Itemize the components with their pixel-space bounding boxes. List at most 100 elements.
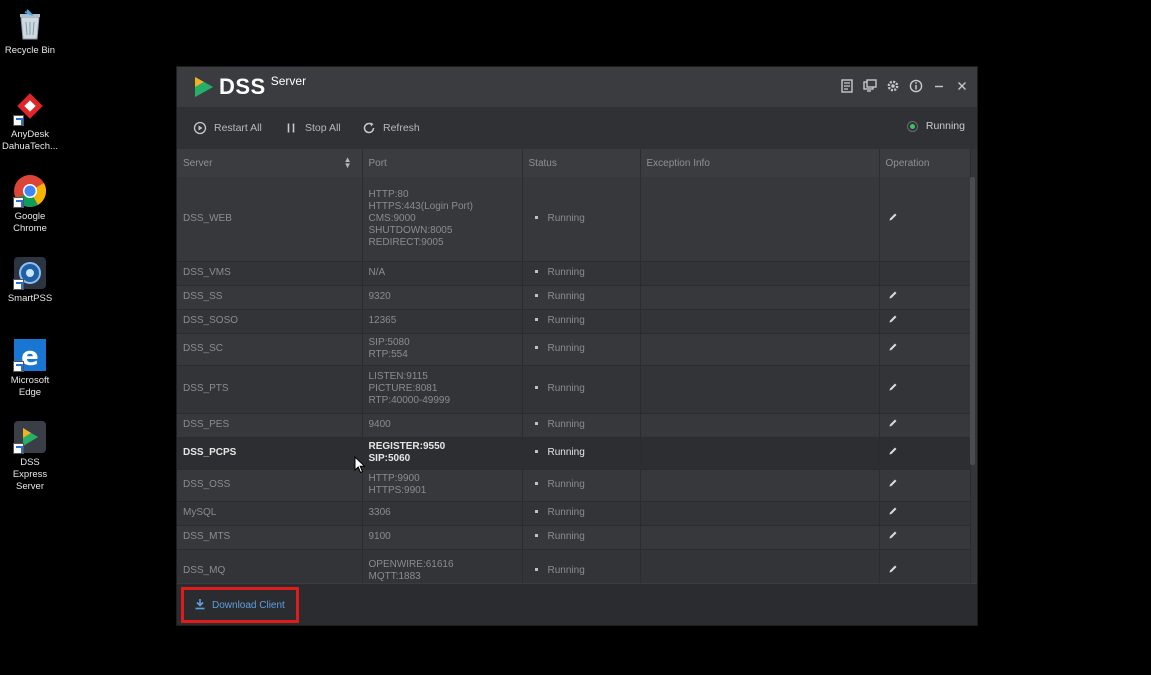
operation-cell xyxy=(879,469,971,502)
status-bullet-icon xyxy=(534,215,538,219)
download-client-label: Download Client xyxy=(212,599,285,611)
port-cell: LISTEN:9115 PICTURE:8081 RTP:40000-49999 xyxy=(362,365,523,414)
shortcut-arrow-icon xyxy=(13,443,24,454)
edge-icon: e xyxy=(13,338,47,372)
status-text: Running xyxy=(547,291,585,302)
edit-pencil-icon[interactable] xyxy=(888,290,898,303)
edit-pencil-icon[interactable] xyxy=(888,564,898,577)
desktop-icon-label: SmartPSS xyxy=(7,293,53,304)
header-exception-info: Exception Info xyxy=(640,149,880,177)
exception-info-cell xyxy=(640,549,880,583)
table-row[interactable]: DSS_VMS N/A Running xyxy=(177,261,971,286)
desktop-icon-anydesk[interactable]: AnyDesk DahuaTech... xyxy=(2,92,58,153)
status-cell: Running xyxy=(522,333,641,366)
status-text: Running xyxy=(547,419,585,430)
shortcut-arrow-icon xyxy=(13,115,24,126)
table-row[interactable]: DSS_SC SIP:5080 RTP:554 Running xyxy=(177,333,971,366)
restart-all-button[interactable]: Restart All xyxy=(193,120,262,136)
table-row[interactable]: MySQL 3306 Running xyxy=(177,501,971,526)
exception-info-cell xyxy=(640,501,880,526)
desktop-icon-chrome[interactable]: Google Chrome xyxy=(2,174,58,235)
port-line: HTTPS:443(Login Port) xyxy=(368,200,474,212)
operation-cell xyxy=(879,177,971,262)
restart-all-label: Restart All xyxy=(214,122,262,134)
port-line: REDIRECT:9005 xyxy=(368,236,444,248)
status-bullet-icon xyxy=(534,533,538,537)
table-row[interactable]: DSS_PES 9400 Running xyxy=(177,413,971,438)
desktop-icon-edge[interactable]: e Microsoft Edge xyxy=(2,338,58,399)
header-server[interactable]: Server ▲ ▼ xyxy=(177,149,363,177)
status-text: Running xyxy=(547,565,585,576)
edit-pencil-icon[interactable] xyxy=(888,446,898,459)
edit-pencil-icon[interactable] xyxy=(888,506,898,519)
monitor-icon[interactable] xyxy=(863,79,877,93)
table-row[interactable]: DSS_PTS LISTEN:9115 PICTURE:8081 RTP:40000-… xyxy=(177,365,971,414)
server-name-cell: DSS_SS xyxy=(177,285,363,310)
status-cell: Running xyxy=(522,437,641,470)
anydesk-icon xyxy=(13,92,47,126)
status-text: Running xyxy=(547,447,585,458)
status-dot-icon xyxy=(906,120,918,132)
edit-pencil-icon[interactable] xyxy=(888,382,898,395)
edit-pencil-icon[interactable] xyxy=(888,418,898,431)
edit-pencil-icon[interactable] xyxy=(888,530,898,543)
status-text: Running xyxy=(547,531,585,542)
info-icon[interactable] xyxy=(909,79,923,93)
edit-pencil-icon[interactable] xyxy=(888,342,898,355)
port-cell: N/A xyxy=(362,261,523,286)
port-line: HTTP:9900 xyxy=(368,473,420,484)
table-row[interactable]: DSS_MQ OPENWIRE:61616 MQTT:1883 Running xyxy=(177,549,971,583)
refresh-icon xyxy=(362,121,376,135)
port-line: SIP:5060 xyxy=(368,453,411,464)
desktop-icon-smartpss[interactable]: SmartPSS xyxy=(2,256,58,305)
table-row[interactable]: DSS_MTS 9100 Running xyxy=(177,525,971,550)
edit-pencil-icon[interactable] xyxy=(888,478,898,491)
status-cell: Running xyxy=(522,549,641,583)
edit-pencil-icon[interactable] xyxy=(888,212,898,225)
title-bar[interactable]: DSS Server xyxy=(177,67,977,107)
stop-all-button[interactable]: Stop All xyxy=(284,120,341,136)
table-scrollbar[interactable] xyxy=(970,177,975,465)
server-name-cell: DSS_PTS xyxy=(177,365,363,414)
operation-cell xyxy=(879,365,971,414)
desktop: Recycle Bin AnyDesk DahuaTech... Google … xyxy=(0,0,1151,675)
table-row[interactable]: DSS_SOSO 12365 Running xyxy=(177,309,971,334)
close-icon[interactable] xyxy=(955,79,969,93)
port-cell: 9100 xyxy=(362,525,523,550)
desktop-icon-dss-express-server[interactable]: DSS Express Server xyxy=(2,420,58,493)
title-buttons xyxy=(840,79,969,93)
status-bullet-icon xyxy=(534,317,538,321)
smartpss-icon xyxy=(13,256,47,290)
port-cell: SIP:5080 RTP:554 xyxy=(362,333,523,366)
dss-logo-icon xyxy=(195,77,213,97)
port-line: 9320 xyxy=(368,291,391,302)
minimize-icon[interactable] xyxy=(932,79,946,93)
table-row[interactable]: DSS_PCPS REGISTER:9550 SIP:5060 Running xyxy=(177,437,971,470)
exception-info-cell xyxy=(640,437,880,470)
sort-icon[interactable]: ▲ ▼ xyxy=(344,156,352,170)
port-line: OPENWIRE:61616 xyxy=(368,559,454,570)
desktop-icon-label: AnyDesk DahuaTech... xyxy=(2,129,58,152)
desktop-icon-recycle-bin[interactable]: Recycle Bin xyxy=(2,8,58,57)
exception-info-cell xyxy=(640,365,880,414)
desktop-icon-label: Microsoft Edge xyxy=(10,375,50,398)
edit-pencil-icon[interactable] xyxy=(888,314,898,327)
operation-cell xyxy=(879,437,971,470)
status-bullet-icon xyxy=(534,421,538,425)
server-name-cell: DSS_SOSO xyxy=(177,309,363,334)
table-row[interactable]: DSS_SS 9320 Running xyxy=(177,285,971,310)
footer-bar: Download Client xyxy=(177,583,977,625)
refresh-button[interactable]: Refresh xyxy=(362,120,420,136)
status-text: Running xyxy=(547,383,585,394)
server-name-cell: MySQL xyxy=(177,501,363,526)
table-row[interactable]: DSS_OSS HTTP:9900 HTTPS:9901 Running xyxy=(177,469,971,502)
log-icon[interactable] xyxy=(840,79,854,93)
operation-cell xyxy=(879,525,971,550)
port-cell: OPENWIRE:61616 MQTT:1883 xyxy=(362,549,523,583)
gear-icon[interactable] xyxy=(886,79,900,93)
download-client-button[interactable]: Download Client xyxy=(181,587,299,623)
port-cell: 9320 xyxy=(362,285,523,310)
table-row[interactable]: DSS_WEB HTTP:80 HTTPS:443(Login Port) CMS:9… xyxy=(177,177,971,262)
port-cell: 9400 xyxy=(362,413,523,438)
status-text: Running xyxy=(547,212,585,224)
